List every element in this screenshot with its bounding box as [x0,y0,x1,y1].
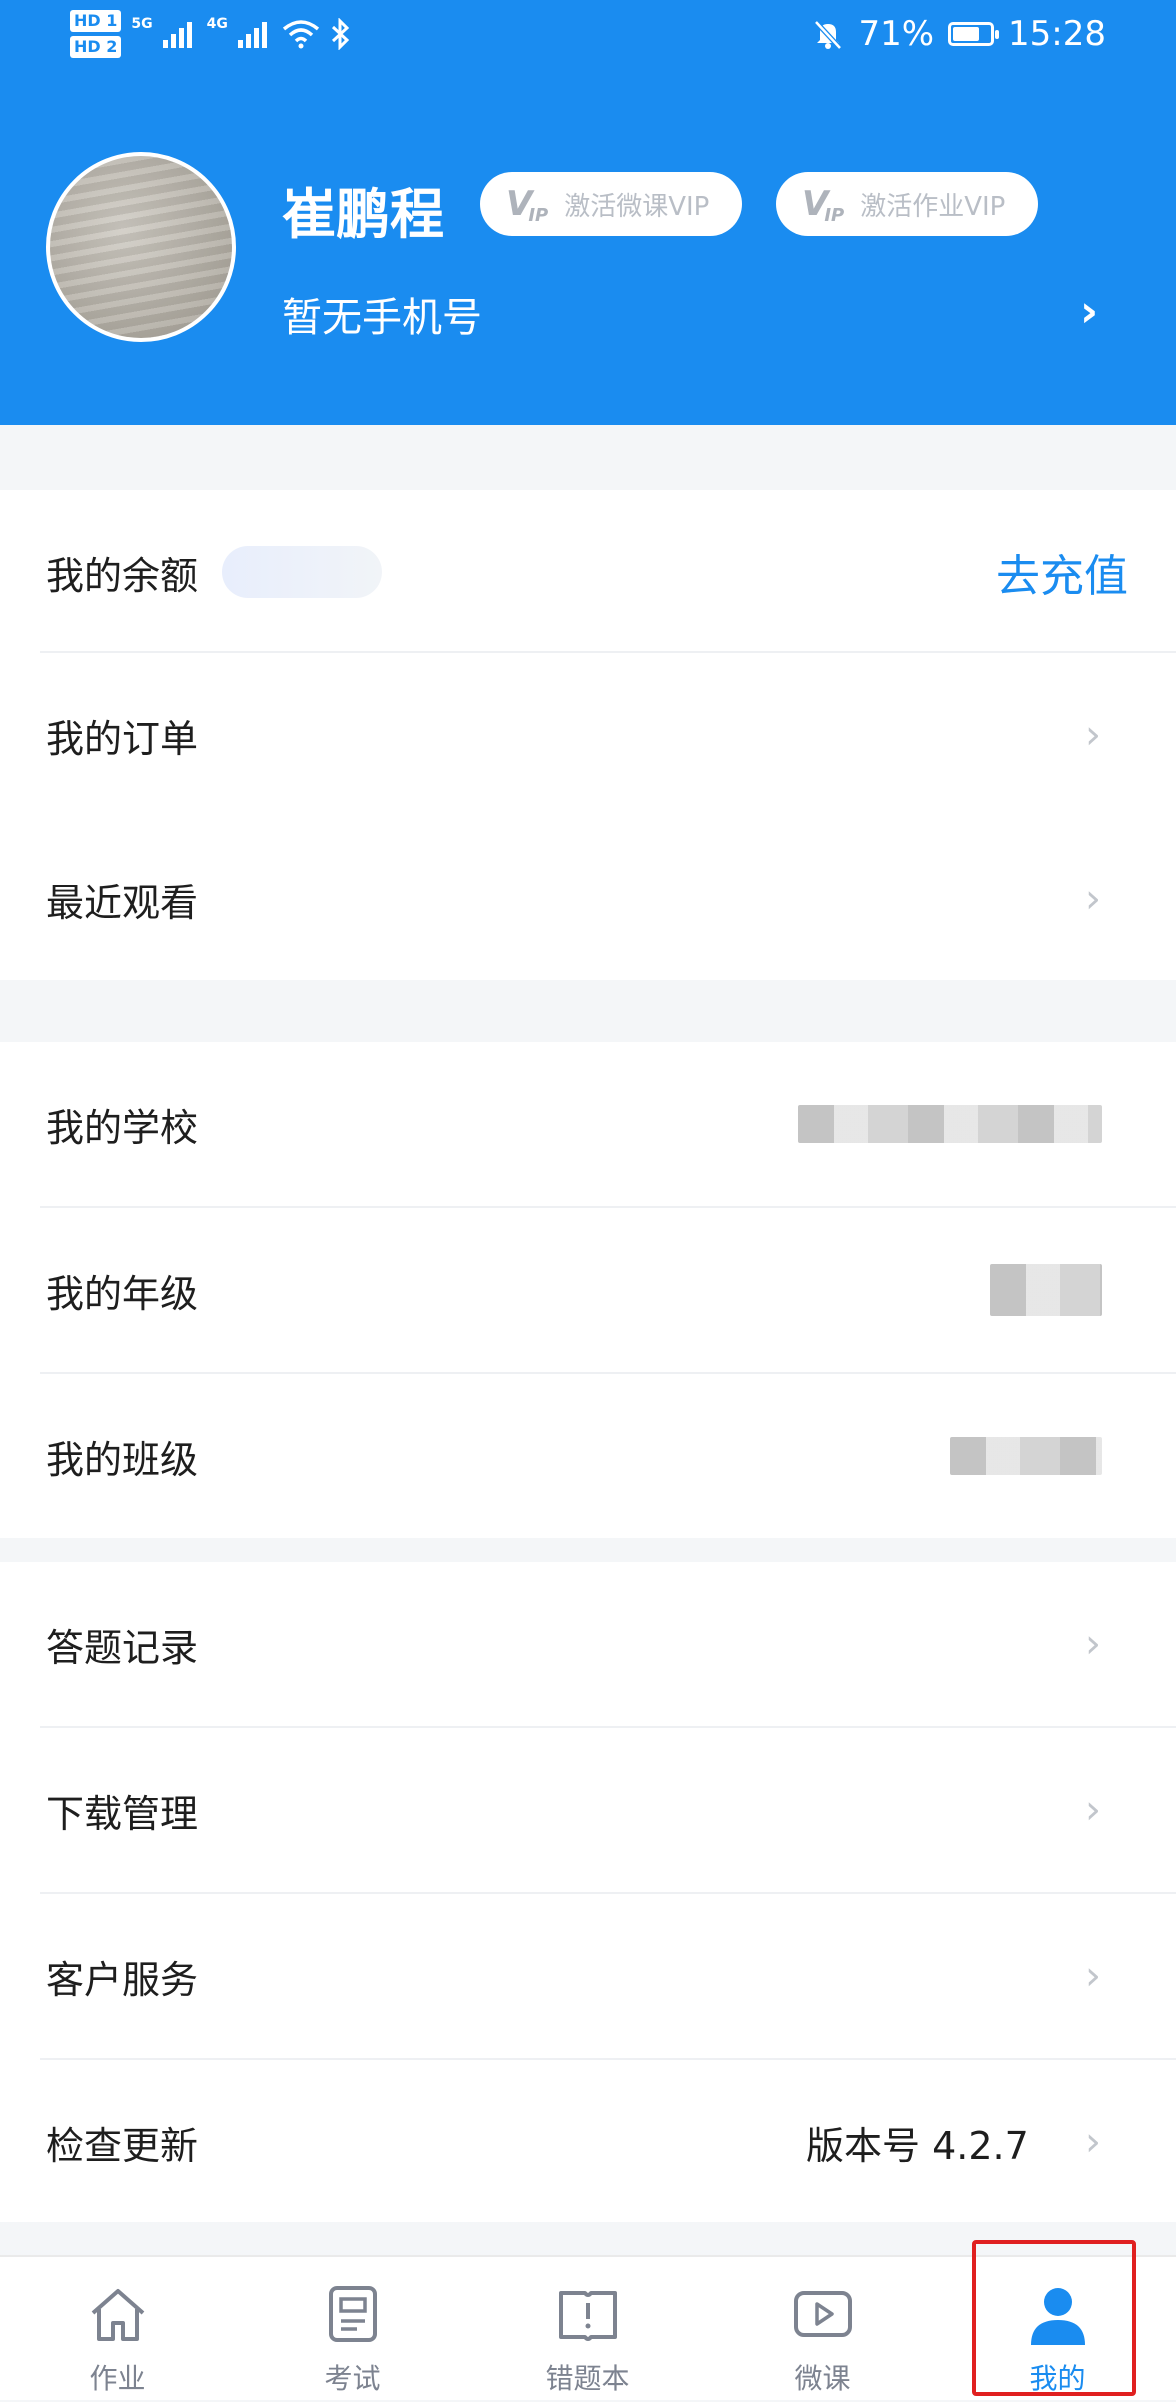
school-label: 我的学校 [46,1105,199,1150]
customer-service-row[interactable]: 客户服务 › [0,1894,1176,2058]
customer-service-label: 客户服务 [46,1957,199,2002]
orders-row[interactable]: 我的订单 › [0,653,1176,817]
chevron-right-icon: › [1085,712,1101,758]
nav-mine[interactable]: 我的 [940,2257,1175,2402]
balance-label: 我的余额 [46,553,199,598]
status-right: 71% 15:28 [812,14,1106,54]
settings-section: 答题记录 › 下载管理 › 客户服务 › 检查更新 版本号 4.2.7 › [0,1562,1176,2222]
chevron-right-icon: › [1085,1621,1101,1667]
wifi-icon [282,20,319,49]
orders-label: 我的订单 [46,716,199,761]
signal-group: HD 1 HD 2 5G 4G [70,10,352,58]
class-value-redacted [950,1437,1102,1475]
battery-fill [953,27,980,41]
school-value-redacted [798,1105,1102,1143]
grade-value-redacted [990,1264,1102,1316]
nav-homework[interactable]: 作业 [0,2257,235,2402]
nav-exam[interactable]: 考试 [235,2257,470,2402]
answer-records-label: 答题记录 [46,1625,199,1670]
check-update-label: 检查更新 [46,2123,199,2168]
hd1-badge: HD 1 [70,10,122,32]
check-update-row[interactable]: 检查更新 版本号 4.2.7 › [0,2060,1176,2224]
signal-icon [237,22,267,48]
bluetooth-icon [331,18,350,50]
version-text: 版本号 4.2.7 [806,2123,1029,2168]
vip-icon: VIP [802,184,845,226]
person-icon [1030,2288,1085,2345]
video-icon [793,2291,852,2337]
nav-label: 考试 [324,2362,381,2395]
chevron-right-icon: › [1085,2119,1101,2165]
network-4g-label: 4G [206,16,228,32]
download-management-row[interactable]: 下载管理 › [0,1728,1176,1892]
nav-mistake-book[interactable]: 错题本 [470,2257,705,2402]
home-icon [91,2289,144,2341]
bottom-nav: 作业 考试 错题本 微课 我的 [0,2255,1176,2400]
account-section: 我的余额 去充值 我的订单 › 最近观看 › [0,490,1176,980]
chevron-right-icon: › [1085,876,1101,922]
clock: 15:28 [1008,14,1106,54]
grade-label: 我的年级 [46,1271,199,1316]
hd2-badge: HD 2 [70,36,122,58]
recent-views-label: 最近观看 [46,880,199,925]
nav-label: 错题本 [545,2362,630,2395]
signal-icon [162,22,192,48]
avatar[interactable] [46,152,236,342]
exam-icon [328,2286,377,2342]
nav-label: 我的 [1029,2362,1086,2395]
answer-records-row[interactable]: 答题记录 › [0,1562,1176,1726]
balance-row: 我的余额 去充值 [0,490,1176,654]
nav-label: 微课 [794,2362,851,2395]
profile-detail-chevron-icon[interactable]: › [1080,286,1098,337]
battery-percent: 71% [858,14,935,54]
mistake-book-icon [558,2291,617,2341]
profile-header: HD 1 HD 2 5G 4G 71% 15:28 崔鹏程 VIP 激活微课VI… [0,0,1176,425]
network-5g-label: 5G [131,16,153,32]
grade-row[interactable]: 我的年级 [0,1208,1176,1372]
activate-homework-vip-button[interactable]: VIP 激活作业VIP [776,172,1038,236]
chevron-right-icon: › [1085,1953,1101,1999]
class-row[interactable]: 我的班级 [0,1374,1176,1538]
recent-views-row[interactable]: 最近观看 › [0,817,1176,981]
vip-badge-label: 激活作业VIP [860,191,1006,222]
activate-microcourse-vip-button[interactable]: VIP 激活微课VIP [480,172,742,236]
school-row[interactable]: 我的学校 [0,1042,1176,1206]
vip-icon: VIP [506,184,549,226]
class-label: 我的班级 [46,1437,199,1482]
status-bar: HD 1 HD 2 5G 4G 71% 15:28 [0,0,1176,75]
nav-label: 作业 [89,2362,146,2395]
recharge-button[interactable]: 去充值 [996,540,1128,604]
nav-microcourse[interactable]: 微课 [705,2257,940,2402]
phone-number: 暂无手机号 [282,295,482,341]
download-management-label: 下载管理 [46,1791,199,1836]
vip-badge-label: 激活微课VIP [564,191,710,222]
school-info-section: 我的学校 我的年级 我的班级 [0,1042,1176,1538]
chevron-right-icon: › [1085,1787,1101,1833]
bell-muted-icon [814,20,843,50]
balance-value-redacted [222,546,382,598]
battery-icon [948,22,1000,46]
user-name: 崔鹏程 [282,183,444,246]
